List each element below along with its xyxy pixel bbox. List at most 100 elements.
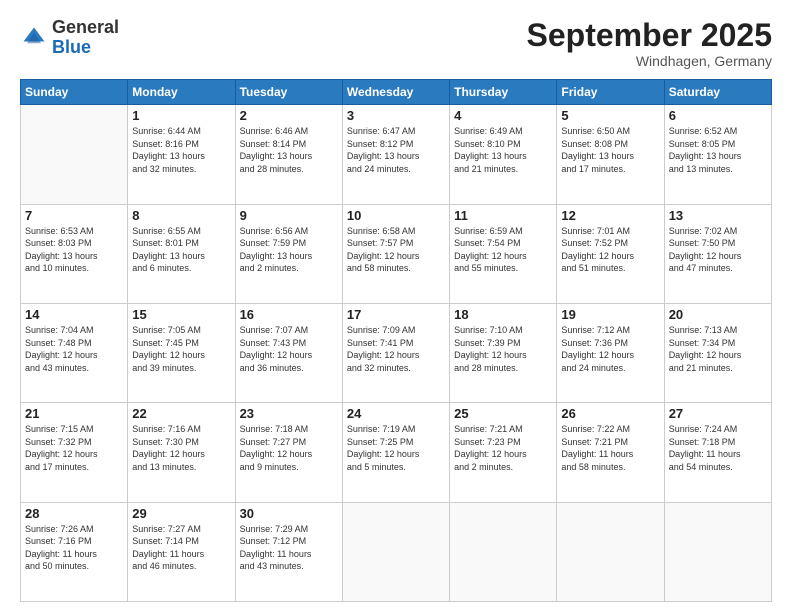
day-info: Sunrise: 7:16 AMSunset: 7:30 PMDaylight:… bbox=[132, 423, 230, 473]
day-number: 2 bbox=[240, 108, 338, 123]
calendar-cell: 28 Sunrise: 7:26 AMSunset: 7:16 PMDayligh… bbox=[21, 502, 128, 601]
day-info: Sunrise: 7:01 AMSunset: 7:52 PMDaylight:… bbox=[561, 225, 659, 275]
day-info: Sunrise: 6:58 AMSunset: 7:57 PMDaylight:… bbox=[347, 225, 445, 275]
day-info: Sunrise: 7:02 AMSunset: 7:50 PMDaylight:… bbox=[669, 225, 767, 275]
calendar-week-row-4: 28 Sunrise: 7:26 AMSunset: 7:16 PMDayligh… bbox=[21, 502, 772, 601]
day-info: Sunrise: 7:10 AMSunset: 7:39 PMDaylight:… bbox=[454, 324, 552, 374]
calendar-cell: 10 Sunrise: 6:58 AMSunset: 7:57 PMDayligh… bbox=[342, 204, 449, 303]
calendar-cell: 15 Sunrise: 7:05 AMSunset: 7:45 PMDayligh… bbox=[128, 303, 235, 402]
calendar-week-row-2: 14 Sunrise: 7:04 AMSunset: 7:48 PMDayligh… bbox=[21, 303, 772, 402]
col-monday: Monday bbox=[128, 80, 235, 105]
calendar-cell: 3 Sunrise: 6:47 AMSunset: 8:12 PMDaylight… bbox=[342, 105, 449, 204]
day-info: Sunrise: 7:26 AMSunset: 7:16 PMDaylight:… bbox=[25, 523, 123, 573]
calendar-cell: 8 Sunrise: 6:55 AMSunset: 8:01 PMDaylight… bbox=[128, 204, 235, 303]
calendar-cell: 19Sunrise: 7:12 AMSunset: 7:36 PMDayligh… bbox=[557, 303, 664, 402]
col-wednesday: Wednesday bbox=[342, 80, 449, 105]
day-number: 13 bbox=[669, 208, 767, 223]
day-number: 15 bbox=[132, 307, 230, 322]
calendar-cell: 4 Sunrise: 6:49 AMSunset: 8:10 PMDaylight… bbox=[450, 105, 557, 204]
day-info: Sunrise: 6:59 AMSunset: 7:54 PMDaylight:… bbox=[454, 225, 552, 275]
calendar-cell: 18 Sunrise: 7:10 AMSunset: 7:39 PMDayligh… bbox=[450, 303, 557, 402]
day-info: Sunrise: 7:13 AMSunset: 7:34 PMDaylight:… bbox=[669, 324, 767, 374]
calendar-cell bbox=[557, 502, 664, 601]
day-info: Sunrise: 6:50 AMSunset: 8:08 PMDaylight:… bbox=[561, 125, 659, 175]
calendar-cell bbox=[342, 502, 449, 601]
calendar-cell: 27Sunrise: 7:24 AMSunset: 7:18 PMDayligh… bbox=[664, 403, 771, 502]
day-number: 18 bbox=[454, 307, 552, 322]
day-info: Sunrise: 6:52 AMSunset: 8:05 PMDaylight:… bbox=[669, 125, 767, 175]
calendar-cell: 29 Sunrise: 7:27 AMSunset: 7:14 PMDayligh… bbox=[128, 502, 235, 601]
col-saturday: Saturday bbox=[664, 80, 771, 105]
day-info: Sunrise: 6:49 AMSunset: 8:10 PMDaylight:… bbox=[454, 125, 552, 175]
day-number: 3 bbox=[347, 108, 445, 123]
day-number: 6 bbox=[669, 108, 767, 123]
calendar-cell: 22 Sunrise: 7:16 AMSunset: 7:30 PMDayligh… bbox=[128, 403, 235, 502]
col-friday: Friday bbox=[557, 80, 664, 105]
day-number: 30 bbox=[240, 506, 338, 521]
day-number: 25 bbox=[454, 406, 552, 421]
calendar-cell: 7Sunrise: 6:53 AMSunset: 8:03 PMDaylight… bbox=[21, 204, 128, 303]
day-info: Sunrise: 7:29 AMSunset: 7:12 PMDaylight:… bbox=[240, 523, 338, 573]
calendar-cell: 2 Sunrise: 6:46 AMSunset: 8:14 PMDaylight… bbox=[235, 105, 342, 204]
day-number: 4 bbox=[454, 108, 552, 123]
day-number: 12 bbox=[561, 208, 659, 223]
calendar-cell: 6 Sunrise: 6:52 AMSunset: 8:05 PMDaylight… bbox=[664, 105, 771, 204]
day-number: 21 bbox=[25, 406, 123, 421]
calendar-cell: 24Sunrise: 7:19 AMSunset: 7:25 PMDayligh… bbox=[342, 403, 449, 502]
calendar-cell: 26 Sunrise: 7:22 AMSunset: 7:21 PMDayligh… bbox=[557, 403, 664, 502]
logo-icon bbox=[20, 24, 48, 52]
calendar-header-row: Sunday Monday Tuesday Wednesday Thursday… bbox=[21, 80, 772, 105]
day-info: Sunrise: 6:55 AMSunset: 8:01 PMDaylight:… bbox=[132, 225, 230, 275]
calendar-cell: 16Sunrise: 7:07 AMSunset: 7:43 PMDayligh… bbox=[235, 303, 342, 402]
logo-text: General Blue bbox=[52, 18, 119, 58]
calendar-cell: 13 Sunrise: 7:02 AMSunset: 7:50 PMDayligh… bbox=[664, 204, 771, 303]
calendar-cell: 9 Sunrise: 6:56 AMSunset: 7:59 PMDaylight… bbox=[235, 204, 342, 303]
calendar-cell bbox=[21, 105, 128, 204]
title-block: September 2025 Windhagen, Germany bbox=[527, 18, 772, 69]
calendar-cell: 25 Sunrise: 7:21 AMSunset: 7:23 PMDayligh… bbox=[450, 403, 557, 502]
day-info: Sunrise: 7:21 AMSunset: 7:23 PMDaylight:… bbox=[454, 423, 552, 473]
day-number: 24 bbox=[347, 406, 445, 421]
col-sunday: Sunday bbox=[21, 80, 128, 105]
calendar-cell: 11 Sunrise: 6:59 AMSunset: 7:54 PMDayligh… bbox=[450, 204, 557, 303]
day-number: 29 bbox=[132, 506, 230, 521]
calendar-cell: 12 Sunrise: 7:01 AMSunset: 7:52 PMDayligh… bbox=[557, 204, 664, 303]
logo-general: General bbox=[52, 17, 119, 37]
calendar-table: Sunday Monday Tuesday Wednesday Thursday… bbox=[20, 79, 772, 602]
day-number: 27 bbox=[669, 406, 767, 421]
logo-blue: Blue bbox=[52, 37, 91, 57]
location: Windhagen, Germany bbox=[527, 53, 772, 69]
day-number: 28 bbox=[25, 506, 123, 521]
calendar-cell: 20 Sunrise: 7:13 AMSunset: 7:34 PMDayligh… bbox=[664, 303, 771, 402]
day-number: 17 bbox=[347, 307, 445, 322]
calendar-cell: 1Sunrise: 6:44 AMSunset: 8:16 PMDaylight… bbox=[128, 105, 235, 204]
day-info: Sunrise: 7:27 AMSunset: 7:14 PMDaylight:… bbox=[132, 523, 230, 573]
header: General Blue September 2025 Windhagen, G… bbox=[20, 18, 772, 69]
day-info: Sunrise: 6:53 AMSunset: 8:03 PMDaylight:… bbox=[25, 225, 123, 275]
day-number: 16 bbox=[240, 307, 338, 322]
calendar-week-row-3: 21Sunrise: 7:15 AMSunset: 7:32 PMDayligh… bbox=[21, 403, 772, 502]
day-info: Sunrise: 7:09 AMSunset: 7:41 PMDaylight:… bbox=[347, 324, 445, 374]
day-info: Sunrise: 6:56 AMSunset: 7:59 PMDaylight:… bbox=[240, 225, 338, 275]
calendar-cell: 5 Sunrise: 6:50 AMSunset: 8:08 PMDaylight… bbox=[557, 105, 664, 204]
day-number: 22 bbox=[132, 406, 230, 421]
col-thursday: Thursday bbox=[450, 80, 557, 105]
day-number: 10 bbox=[347, 208, 445, 223]
day-number: 14 bbox=[25, 307, 123, 322]
day-number: 8 bbox=[132, 208, 230, 223]
day-number: 1 bbox=[132, 108, 230, 123]
calendar-week-row-1: 7Sunrise: 6:53 AMSunset: 8:03 PMDaylight… bbox=[21, 204, 772, 303]
day-info: Sunrise: 7:12 AMSunset: 7:36 PMDaylight:… bbox=[561, 324, 659, 374]
day-info: Sunrise: 6:46 AMSunset: 8:14 PMDaylight:… bbox=[240, 125, 338, 175]
day-info: Sunrise: 6:47 AMSunset: 8:12 PMDaylight:… bbox=[347, 125, 445, 175]
page: General Blue September 2025 Windhagen, G… bbox=[0, 0, 792, 612]
day-number: 20 bbox=[669, 307, 767, 322]
day-number: 11 bbox=[454, 208, 552, 223]
day-info: Sunrise: 7:04 AMSunset: 7:48 PMDaylight:… bbox=[25, 324, 123, 374]
day-number: 26 bbox=[561, 406, 659, 421]
day-info: Sunrise: 7:22 AMSunset: 7:21 PMDaylight:… bbox=[561, 423, 659, 473]
day-number: 5 bbox=[561, 108, 659, 123]
calendar-cell bbox=[450, 502, 557, 601]
day-number: 9 bbox=[240, 208, 338, 223]
day-info: Sunrise: 7:05 AMSunset: 7:45 PMDaylight:… bbox=[132, 324, 230, 374]
